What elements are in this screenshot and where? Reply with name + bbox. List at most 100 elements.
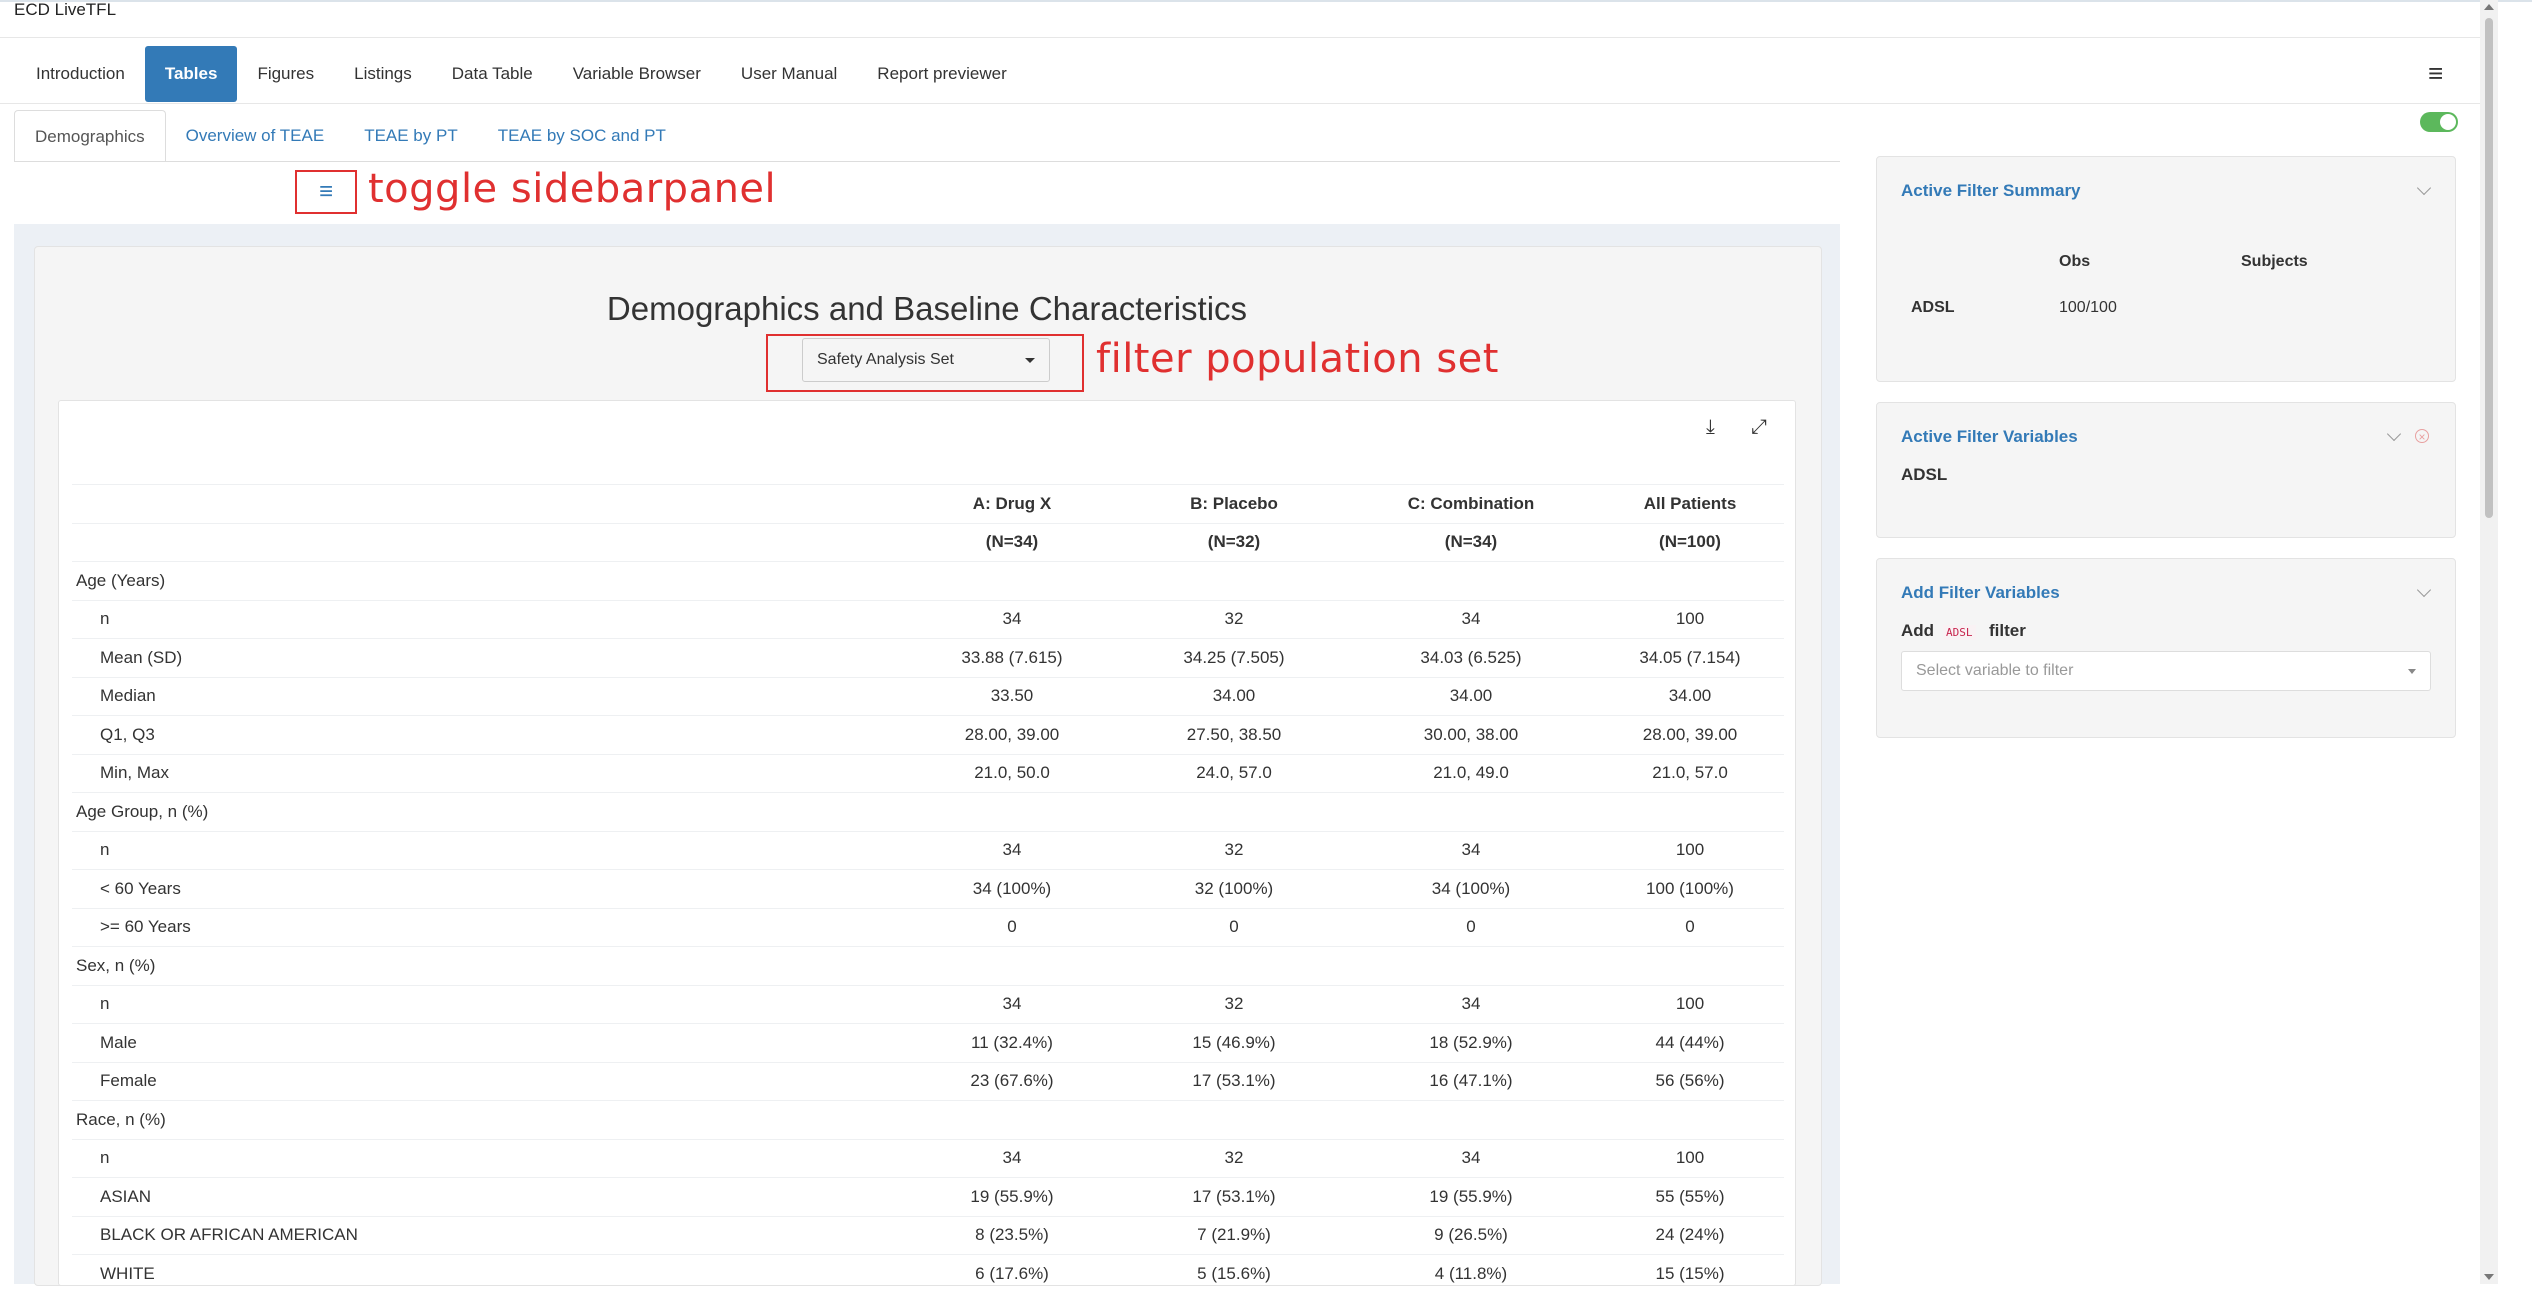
population-annotation: filter population set bbox=[1096, 336, 1499, 382]
active-vars-title[interactable]: Active Filter Variables bbox=[1901, 427, 2078, 447]
nav-item-user-manual[interactable]: User Manual bbox=[721, 46, 857, 102]
population-annotation-box bbox=[766, 334, 1084, 392]
table-cell: 34.03 (6.525) bbox=[1346, 638, 1596, 677]
nav-item-data-table[interactable]: Data Table bbox=[432, 46, 553, 102]
table-row: WHITE 6 (17.6%) 5 (15.6%) 4 (11.8%) 15 (15%) bbox=[72, 1254, 1784, 1293]
scroll-up-icon[interactable] bbox=[2484, 4, 2494, 10]
table-cell: 34.00 bbox=[1346, 676, 1596, 716]
nav-item-listings[interactable]: Listings bbox=[334, 46, 432, 102]
row-group-label: Sex, n (%) bbox=[72, 946, 902, 985]
table-cell: 24 (24%) bbox=[1596, 1215, 1784, 1255]
table-row: n 34 32 34 100 bbox=[72, 830, 1784, 870]
table-cell: 17 (53.1%) bbox=[1122, 1177, 1346, 1216]
table-cell: 15 (15%) bbox=[1596, 1254, 1784, 1293]
table-cell: 56 (56%) bbox=[1596, 1061, 1784, 1101]
table-cell: 17 (53.1%) bbox=[1122, 1061, 1346, 1101]
scroll-thumb[interactable] bbox=[2485, 18, 2493, 518]
top-border bbox=[0, 0, 2532, 2]
expand-icon[interactable]: ⤢ bbox=[1751, 416, 1767, 439]
table-body: Age (Years) n 34 32 34 100 Mean (SD) 33.88 (7.6… bbox=[72, 561, 1784, 1293]
row-sublabel: ASIAN bbox=[72, 1177, 902, 1216]
tab-teae-by-soc-and-pt[interactable]: TEAE by SOC and PT bbox=[478, 110, 686, 162]
chevron-down-icon[interactable] bbox=[2386, 426, 2402, 442]
row-sublabel: WHITE bbox=[72, 1254, 902, 1293]
dataset-tag: ADSL bbox=[1943, 625, 1976, 640]
row-group-label: Race, n (%) bbox=[72, 1100, 902, 1139]
table-cell: 34.00 bbox=[1122, 676, 1346, 716]
filter-panel-toggle[interactable] bbox=[2420, 112, 2458, 132]
table-cell: 18 (52.9%) bbox=[1346, 1023, 1596, 1062]
table-header-row: A: Drug X B: Placebo C: Combination All … bbox=[72, 484, 1784, 523]
toggle-knob bbox=[2440, 114, 2456, 130]
table-row: >= 60 Years 0 0 0 0 bbox=[72, 907, 1784, 947]
table-row: Median 33.50 34.00 34.00 34.00 bbox=[72, 676, 1784, 716]
table-cell: 34 (100%) bbox=[902, 869, 1122, 908]
nav-item-introduction[interactable]: Introduction bbox=[16, 46, 145, 102]
table-row: ASIAN 19 (55.9%) 17 (53.1%) 19 (55.9%) 55 (5… bbox=[72, 1177, 1784, 1216]
table-row: n 34 32 34 100 bbox=[72, 984, 1784, 1024]
table-row: Sex, n (%) bbox=[72, 946, 1784, 985]
header-label bbox=[72, 484, 902, 523]
sidebar-toggle-annotation: toggle sidebarpanel bbox=[368, 166, 777, 212]
row-sublabel: Male bbox=[72, 1023, 902, 1062]
add-vars-title[interactable]: Add Filter Variables bbox=[1901, 583, 2060, 603]
table-row: Age (Years) bbox=[72, 561, 1784, 600]
tab-teae-by-pt[interactable]: TEAE by PT bbox=[344, 110, 478, 162]
tab-overview-of-teae[interactable]: Overview of TEAE bbox=[166, 110, 345, 162]
table-cell: 27.50, 38.50 bbox=[1122, 715, 1346, 754]
nav-item-report-previewer[interactable]: Report previewer bbox=[857, 46, 1026, 102]
table-count-row: (N=34) (N=32) (N=34) (N=100) bbox=[72, 522, 1784, 562]
summary-title[interactable]: Active Filter Summary bbox=[1901, 181, 2081, 201]
row-sublabel: >= 60 Years bbox=[72, 907, 902, 947]
sidebar-toggle-icon[interactable]: ≡ bbox=[295, 170, 357, 214]
table-row: Mean (SD) 33.88 (7.615) 34.25 (7.505) 34.03… bbox=[72, 638, 1784, 677]
table-cell: 24.0, 57.0 bbox=[1122, 753, 1346, 793]
table-cell: 100 bbox=[1596, 830, 1784, 870]
table-cell bbox=[1122, 561, 1346, 600]
summary-obs-value: 100/100 bbox=[2059, 299, 2117, 316]
row-sublabel: n bbox=[72, 830, 902, 870]
table-cell: 4 (11.8%) bbox=[1346, 1254, 1596, 1293]
page-scrollbar[interactable] bbox=[2480, 0, 2498, 1284]
table-cell: 100 (100%) bbox=[1596, 869, 1784, 908]
add-prefix: Add bbox=[1901, 621, 1935, 640]
page-title: Demographics and Baseline Characteristic… bbox=[606, 290, 1248, 327]
table-row: n 34 32 34 100 bbox=[72, 1138, 1784, 1178]
table-cell bbox=[1122, 946, 1346, 985]
table-cell: 34 bbox=[1346, 1138, 1596, 1178]
table-cell bbox=[1122, 792, 1346, 831]
row-sublabel: BLACK OR AFRICAN AMERICAN bbox=[72, 1215, 902, 1255]
nav-item-variable-browser[interactable]: Variable Browser bbox=[553, 46, 721, 102]
column-count: (N=34) bbox=[902, 522, 1122, 562]
table-cell: 9 (26.5%) bbox=[1346, 1215, 1596, 1255]
remove-all-icon[interactable]: × bbox=[2415, 429, 2429, 444]
row-sublabel: n bbox=[72, 984, 902, 1024]
active-filter-variables-card: Active Filter Variables × ADSL bbox=[1876, 402, 2456, 538]
table-cell: 34.05 (7.154) bbox=[1596, 638, 1784, 677]
nav-item-tables[interactable]: Tables bbox=[144, 46, 238, 102]
table-cell bbox=[902, 792, 1122, 831]
table-row: Age Group, n (%) bbox=[72, 792, 1784, 831]
chevron-down-icon[interactable] bbox=[2416, 582, 2432, 598]
nav-item-figures[interactable]: Figures bbox=[237, 46, 334, 102]
download-icon[interactable]: ⤓ bbox=[1706, 416, 1715, 439]
chevron-down-icon[interactable] bbox=[2416, 180, 2432, 196]
active-vars-dataset: ADSL bbox=[1901, 465, 1948, 484]
table-cell: 34.25 (7.505) bbox=[1122, 638, 1346, 677]
row-sublabel: Min, Max bbox=[72, 753, 902, 793]
table-cell: 0 bbox=[1122, 907, 1346, 947]
table-cell: 11 (32.4%) bbox=[902, 1023, 1122, 1062]
summary-col-obs: Obs bbox=[2059, 253, 2091, 270]
variable-select[interactable]: Select variable to filter bbox=[1901, 651, 2431, 691]
table-row: BLACK OR AFRICAN AMERICAN 8 (23.5%) 7 (21.… bbox=[72, 1215, 1784, 1255]
table-cell: 32 (100%) bbox=[1122, 869, 1346, 908]
menu-icon[interactable]: ≡ bbox=[2428, 58, 2443, 89]
table-cell: 28.00, 39.00 bbox=[1596, 715, 1784, 754]
table-cell bbox=[1596, 946, 1784, 985]
column-count: (N=34) bbox=[1346, 522, 1596, 562]
table-cell: 5 (15.6%) bbox=[1122, 1254, 1346, 1293]
scroll-down-icon[interactable] bbox=[2484, 1274, 2494, 1280]
column-header: A: Drug X bbox=[902, 484, 1122, 523]
tab-demographics[interactable]: Demographics bbox=[14, 110, 166, 162]
table-cell: 100 bbox=[1596, 984, 1784, 1024]
